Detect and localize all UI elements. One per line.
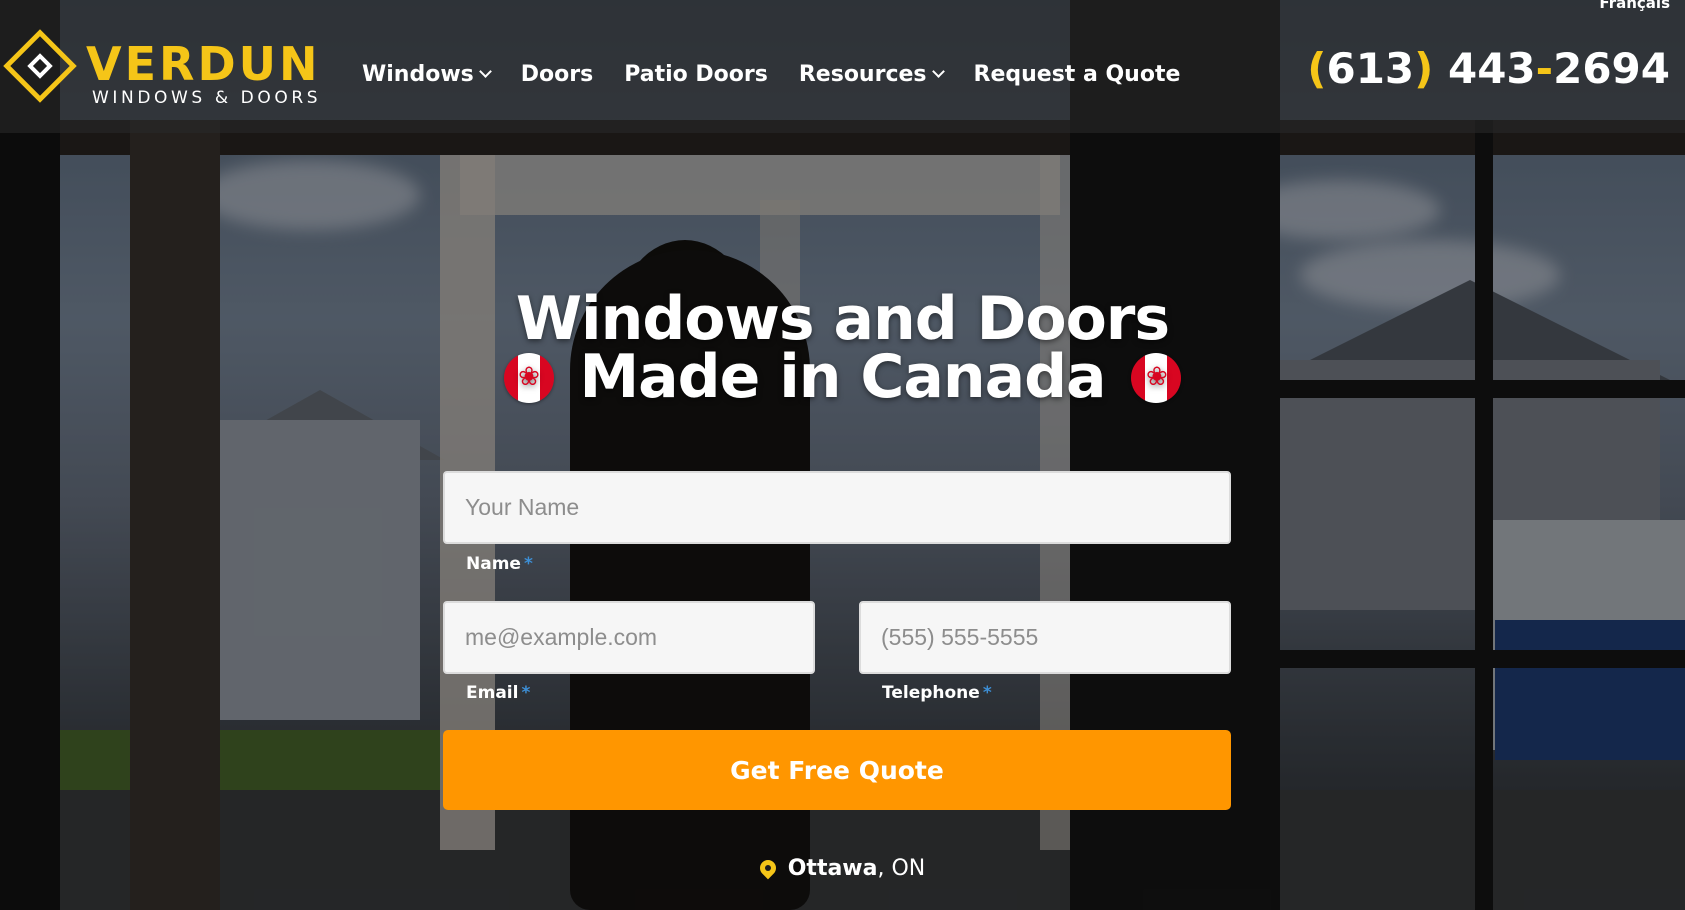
hero-heading: Windows and Doors Made in Canada (0, 289, 1685, 407)
site-header: Français VERDUN WINDOWS & DOORS Windows … (0, 0, 1685, 133)
phone-number-link[interactable]: (613) 443-2694 (1307, 44, 1670, 93)
language-switch-link[interactable]: Français (1599, 0, 1670, 12)
telephone-input[interactable] (859, 601, 1231, 674)
nav-item-resources[interactable]: Resources (799, 62, 945, 87)
get-free-quote-button[interactable]: Get Free Quote (443, 730, 1231, 810)
site-logo[interactable]: VERDUN WINDOWS & DOORS (3, 29, 334, 114)
location-line: Ottawa, ON (0, 856, 1685, 881)
main-nav: Windows Doors Patio Doors Resources Requ… (362, 62, 1211, 87)
name-input[interactable] (443, 471, 1231, 544)
map-pin-icon (756, 856, 780, 880)
email-label: Email * (466, 683, 531, 703)
telephone-label: Telephone * (882, 683, 992, 703)
nav-item-doors[interactable]: Doors (521, 62, 593, 87)
location-city: Ottawa (787, 856, 878, 881)
name-label: Name * (466, 554, 533, 574)
required-asterisk: * (523, 554, 533, 574)
nav-item-patio-doors[interactable]: Patio Doors (624, 62, 768, 87)
logo-tagline: WINDOWS & DOORS (92, 88, 322, 108)
required-asterisk: * (982, 683, 992, 703)
chevron-down-icon (478, 65, 492, 78)
nav-item-windows[interactable]: Windows (362, 62, 492, 87)
email-input[interactable] (443, 601, 815, 674)
logo-diamond-icon (3, 29, 77, 103)
required-asterisk: * (521, 683, 531, 703)
logo-name: VERDUN (86, 37, 321, 91)
canada-flag-icon (1131, 353, 1182, 403)
chevron-down-icon (931, 65, 945, 78)
nav-item-request-quote[interactable]: Request a Quote (974, 62, 1181, 87)
location-province: ON (891, 856, 926, 881)
canada-flag-icon (503, 353, 554, 403)
hero-heading-line2: Made in Canada (579, 342, 1106, 412)
